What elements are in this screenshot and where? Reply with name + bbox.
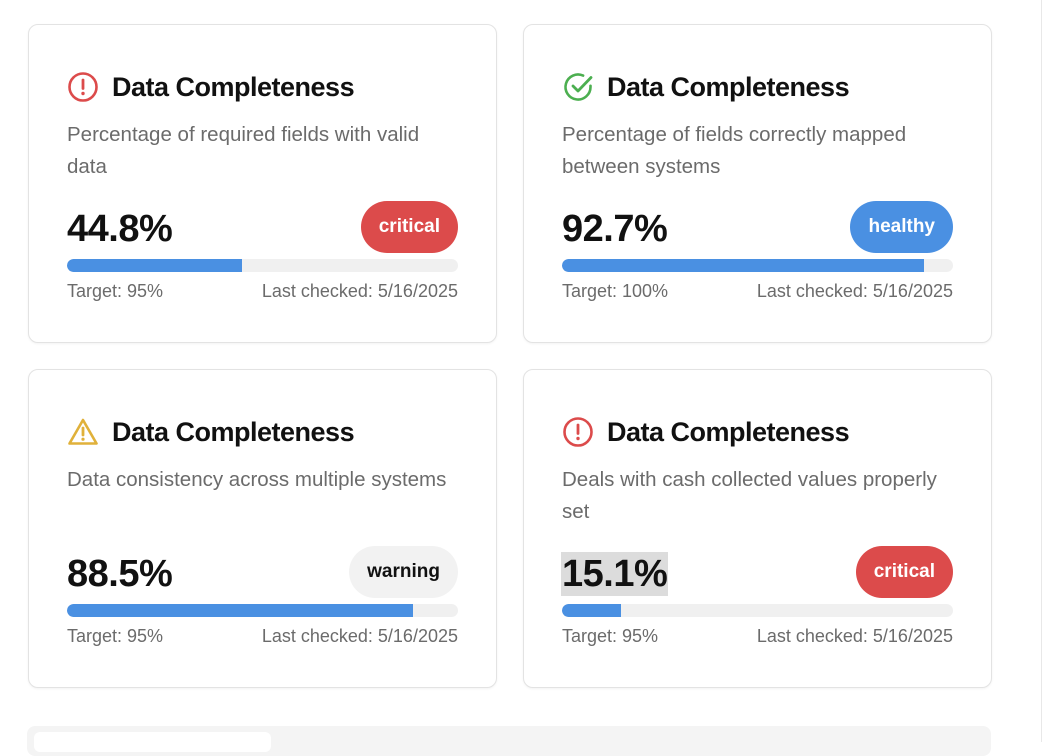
metric-card-cash-collected: Data Completeness Deals with cash collec… (523, 369, 992, 688)
metric-card-field-mapping: Data Completeness Percentage of fields c… (523, 24, 992, 343)
last-checked-label: Last checked: 5/16/2025 (756, 281, 953, 301)
metric-card-required-fields: Data Completeness Percentage of required… (28, 24, 497, 343)
card-title: Data Completeness (607, 71, 850, 102)
last-checked-label: Last checked: 5/16/2025 (261, 281, 458, 301)
card-title: Data Completeness (112, 416, 355, 447)
metric-value: 15.1% (561, 552, 669, 596)
card-header: Data Completeness (67, 416, 355, 448)
check-circle-icon (562, 71, 594, 103)
progress-bar (562, 259, 953, 272)
progress-bar (562, 604, 953, 617)
status-badge: critical (360, 201, 458, 253)
metric-card-consistency: Data Completeness Data consistency acros… (28, 369, 497, 688)
last-checked-label: Last checked: 5/16/2025 (756, 626, 953, 646)
card-description: Deals with cash collected values properl… (562, 468, 937, 523)
metric-value: 92.7% (562, 208, 668, 250)
card-description: Data consistency across multiple systems (67, 468, 447, 491)
target-label: Target: 95% (67, 626, 164, 646)
target-label: Target: 95% (562, 626, 659, 646)
alert-circle-icon (562, 416, 594, 448)
card-header: Data Completeness (562, 71, 850, 103)
progress-bar (67, 604, 458, 617)
progress-fill (562, 604, 622, 617)
scrollbar[interactable] (1041, 0, 1052, 742)
metric-value: 44.8% (67, 208, 173, 250)
tab-active[interactable] (34, 732, 271, 752)
card-description: Percentage of fields correctly mapped be… (562, 123, 907, 178)
target-label: Target: 95% (67, 281, 164, 301)
card-title: Data Completeness (112, 71, 355, 102)
card-header: Data Completeness (562, 416, 850, 448)
card-header: Data Completeness (67, 71, 355, 103)
progress-fill (67, 604, 414, 617)
target-label: Target: 100% (562, 281, 669, 301)
alert-circle-icon (67, 71, 99, 103)
status-badge: critical (855, 546, 953, 598)
progress-fill (67, 259, 243, 272)
card-description: Percentage of required fields with valid… (67, 123, 420, 178)
status-badge: healthy (850, 201, 953, 253)
metric-value: 88.5% (67, 553, 173, 595)
card-title: Data Completeness (607, 416, 850, 447)
status-badge: warning (349, 546, 458, 598)
progress-fill (562, 259, 925, 272)
warning-triangle-icon (67, 416, 99, 448)
progress-bar (67, 259, 458, 272)
last-checked-label: Last checked: 5/16/2025 (261, 626, 458, 646)
